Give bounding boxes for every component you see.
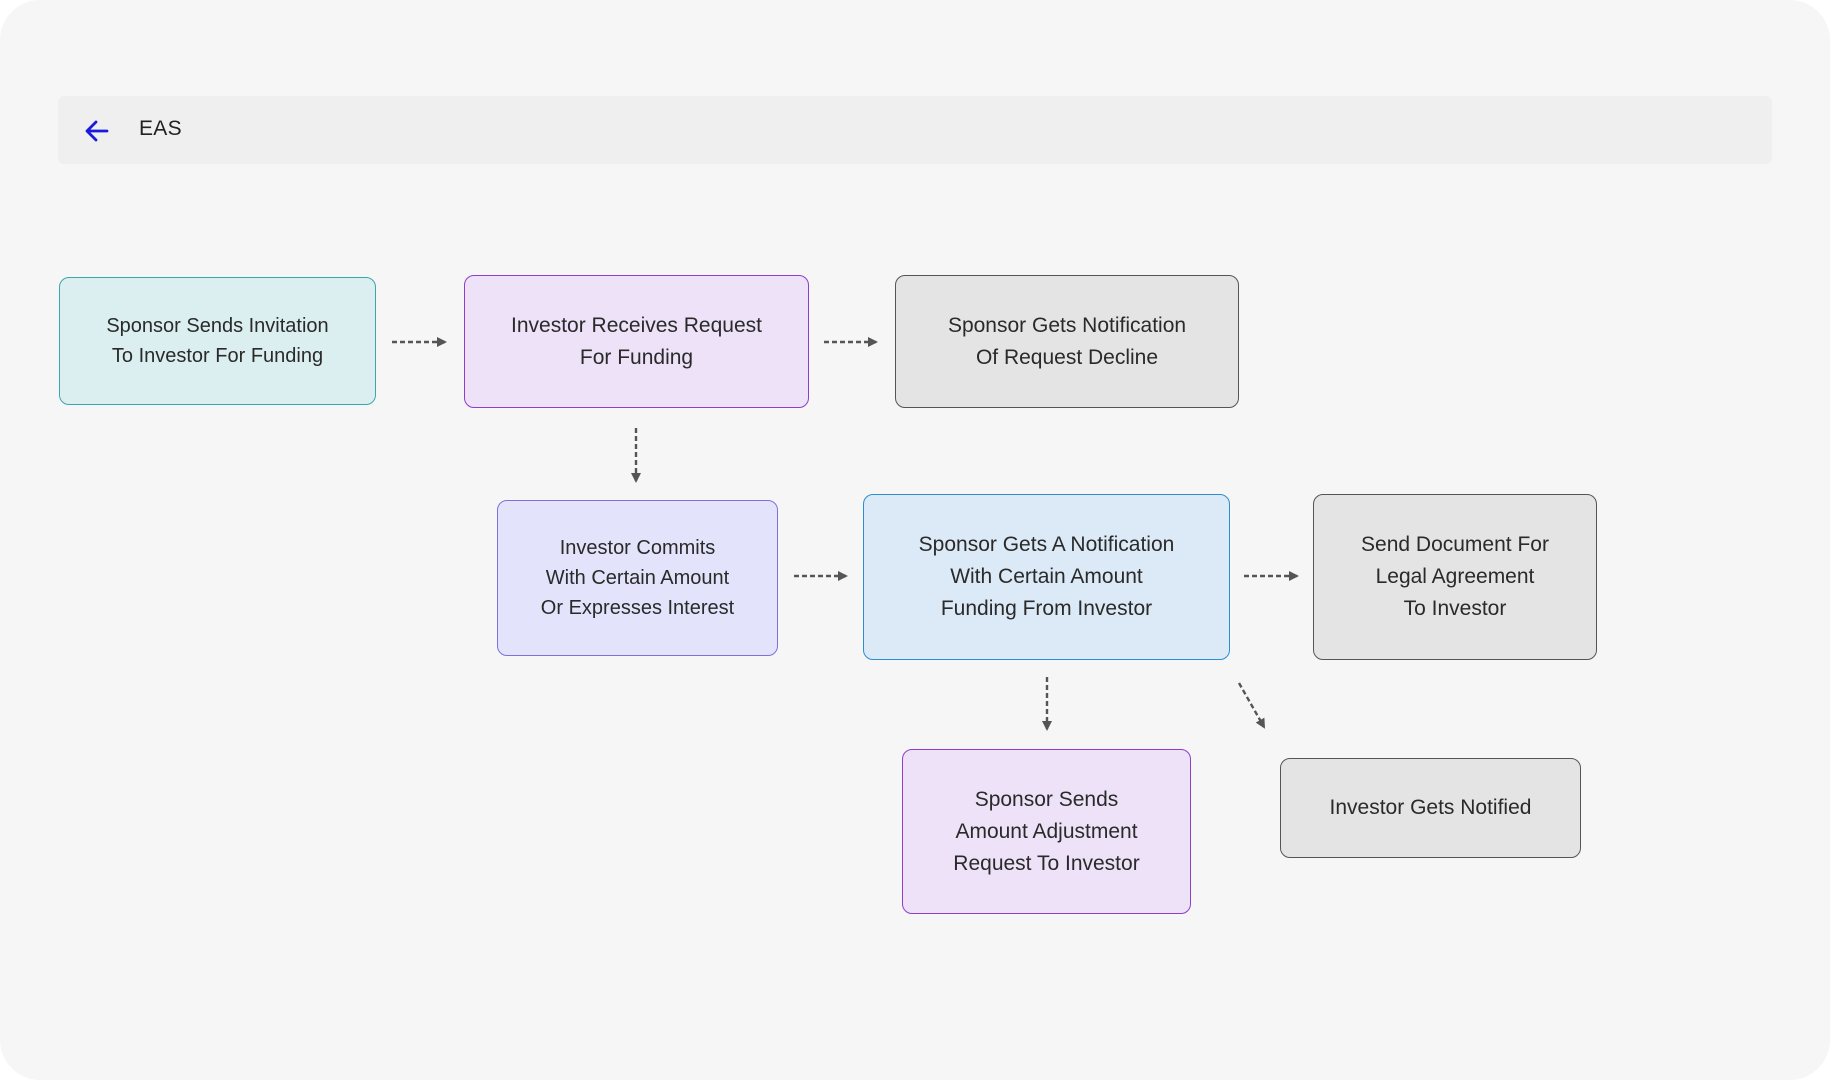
node-label: Sponsor Sends Invitation To Investor For… [106,315,329,367]
app-frame: EAS Sponsor Sends Invitation To Investor… [0,0,1830,1080]
node-label: Sponsor Gets Notification Of Request Dec… [947,313,1187,369]
node-label: Send Document For Legal Agreement To Inv… [1361,533,1549,620]
node-label: Sponsor Sends Amount Adjustment Request … [953,787,1140,875]
node-investor-commits[interactable]: Investor Commits With Certain Amount Or … [497,500,778,656]
node-label: Investor Commits With Certain Amount Or … [540,537,735,619]
node-send-legal-document[interactable]: Send Document For Legal Agreement To Inv… [1313,494,1597,660]
node-sponsor-adjustment-request[interactable]: Sponsor Sends Amount Adjustment Request … [902,749,1191,914]
node-label: Investor Gets Notified [1329,796,1532,819]
node-sponsor-sends-invitation[interactable]: Sponsor Sends Invitation To Investor For… [59,277,376,405]
top-bar: EAS [58,96,1772,164]
node-investor-receives-request[interactable]: Investor Receives Request For Funding [464,275,809,408]
node-label: Sponsor Gets A Notification With Certain… [918,533,1175,620]
back-button[interactable] [82,116,112,146]
arrow-amount-to-notified [1237,682,1266,729]
node-sponsor-notified-amount[interactable]: Sponsor Gets A Notification With Certain… [863,494,1230,660]
node-sponsor-notified-decline[interactable]: Sponsor Gets Notification Of Request Dec… [895,275,1239,408]
node-investor-notified[interactable]: Investor Gets Notified [1280,758,1581,858]
node-label: Investor Receives Request For Funding [511,313,762,369]
page-title: EAS [139,117,182,140]
arrow-left-icon [85,120,109,142]
